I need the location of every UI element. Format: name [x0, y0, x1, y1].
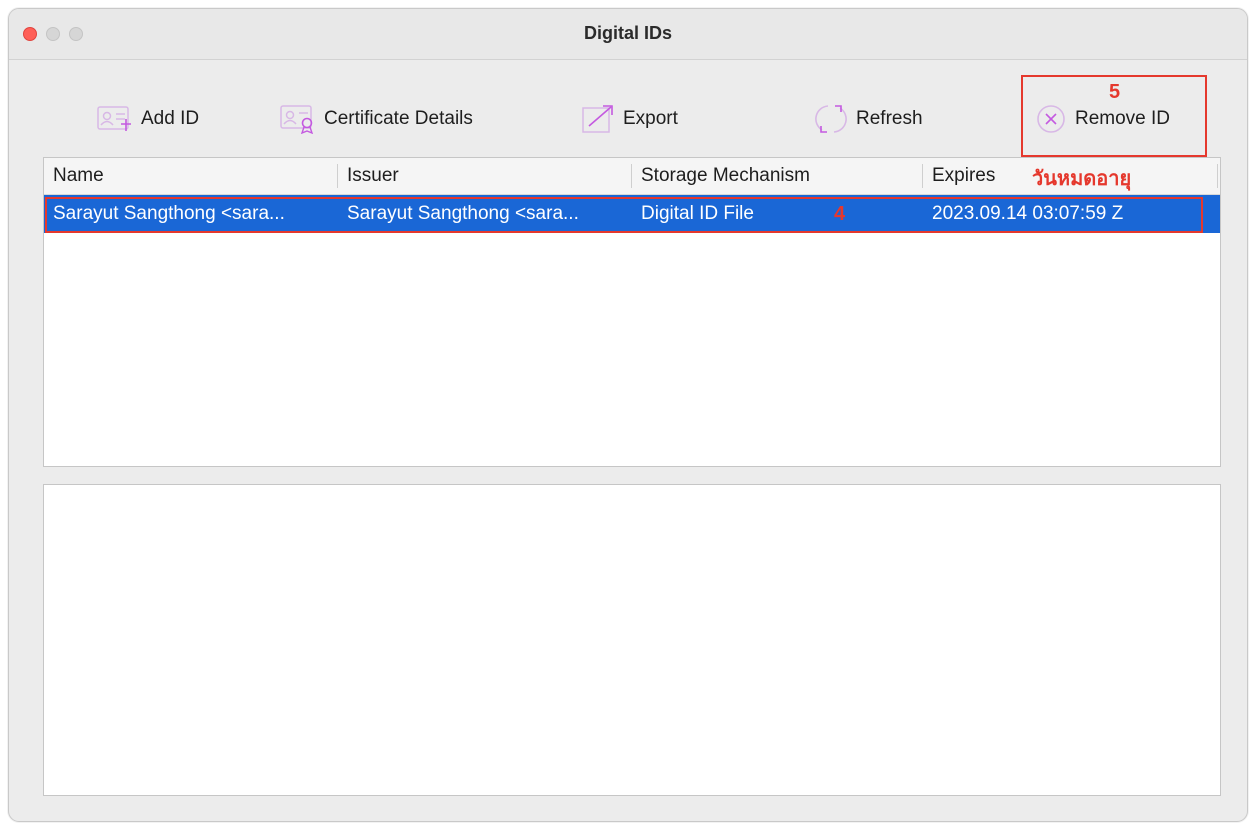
expiry-annotation: วันหมดอายุ [1032, 168, 1132, 190]
export-icon [581, 104, 615, 134]
title-bar: Digital IDs [9, 9, 1247, 60]
step-5-label: 5 [1109, 81, 1121, 103]
export-label: Export [623, 108, 678, 129]
certificate-details-label: Certificate Details [324, 108, 473, 129]
column-header-issuer[interactable]: Issuer [338, 158, 631, 194]
certificate-detail-panel [43, 484, 1221, 796]
column-header-storage[interactable]: Storage Mechanism [632, 158, 922, 194]
column-header-name[interactable]: Name [44, 158, 337, 194]
add-id-button[interactable]: Add ID [97, 101, 199, 137]
add-id-icon [97, 105, 133, 133]
refresh-button[interactable]: Refresh [814, 101, 923, 137]
export-button[interactable]: Export [581, 101, 678, 137]
add-id-label: Add ID [141, 108, 200, 129]
refresh-label: Refresh [856, 108, 923, 129]
certificate-details-button[interactable]: Certificate Details [280, 101, 473, 137]
column-header-expires[interactable]: Expires [923, 158, 1033, 194]
row-highlight [45, 197, 1203, 233]
window-title: Digital IDs [583, 23, 672, 43]
refresh-icon [814, 102, 848, 136]
step-4-label: 4 [834, 203, 846, 225]
column-divider[interactable] [1217, 164, 1218, 188]
digital-id-table: Name Issuer Storage Mechanism Expires วั… [43, 157, 1221, 467]
digital-ids-window: Digital IDs Add ID Certificate Details E… [8, 8, 1248, 822]
table-header: Name Issuer Storage Mechanism Expires วั… [44, 158, 1220, 195]
certificate-icon [280, 104, 316, 134]
